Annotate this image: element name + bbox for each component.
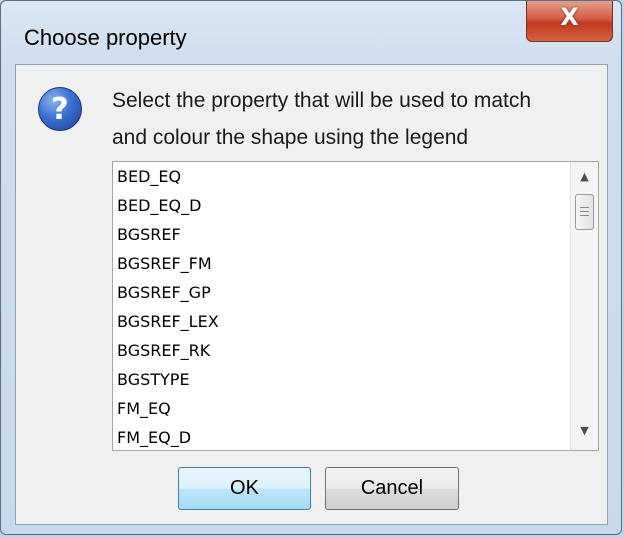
scroll-down-arrow-icon[interactable]: ▼ <box>571 424 598 437</box>
message-line-1: Select the property that will be used to… <box>112 89 532 112</box>
scrollbar-thumb[interactable] <box>575 194 594 230</box>
list-item[interactable]: BGSREF <box>117 220 181 249</box>
close-icon: X <box>560 3 579 31</box>
list-item[interactable]: BGSTYPE <box>117 365 190 394</box>
list-item[interactable]: BGSREF_LEX <box>117 307 219 336</box>
message-line-2: and colour the shape using the legend <box>112 126 469 149</box>
ok-button[interactable]: OK <box>178 467 311 510</box>
choose-property-dialog: Choose property X ? Select the property … <box>0 0 622 535</box>
dialog-title: Choose property <box>24 25 187 50</box>
list-item[interactable]: BGSREF_GP <box>117 278 211 307</box>
list-scrollbar[interactable]: ▲ ▼ <box>570 162 598 450</box>
close-button[interactable]: X <box>526 1 613 42</box>
list-item[interactable]: BGSREF_FM <box>117 249 212 278</box>
property-list[interactable]: BED_EQ BED_EQ_D BGSREF BGSREF_FM BGSREF_… <box>112 161 599 451</box>
list-item[interactable]: FM_EQ <box>117 394 171 423</box>
cancel-button[interactable]: Cancel <box>325 467 459 510</box>
list-item[interactable]: BGSREF_RK <box>117 336 210 365</box>
question-icon: ? <box>38 87 82 131</box>
scroll-up-arrow-icon[interactable]: ▲ <box>571 170 598 183</box>
dialog-body: ? Select the property that will be used … <box>15 64 608 525</box>
list-item[interactable]: BED_EQ <box>117 162 181 191</box>
list-item[interactable]: FM_EQ_D <box>117 423 191 452</box>
list-item[interactable]: BED_EQ_D <box>117 191 201 220</box>
